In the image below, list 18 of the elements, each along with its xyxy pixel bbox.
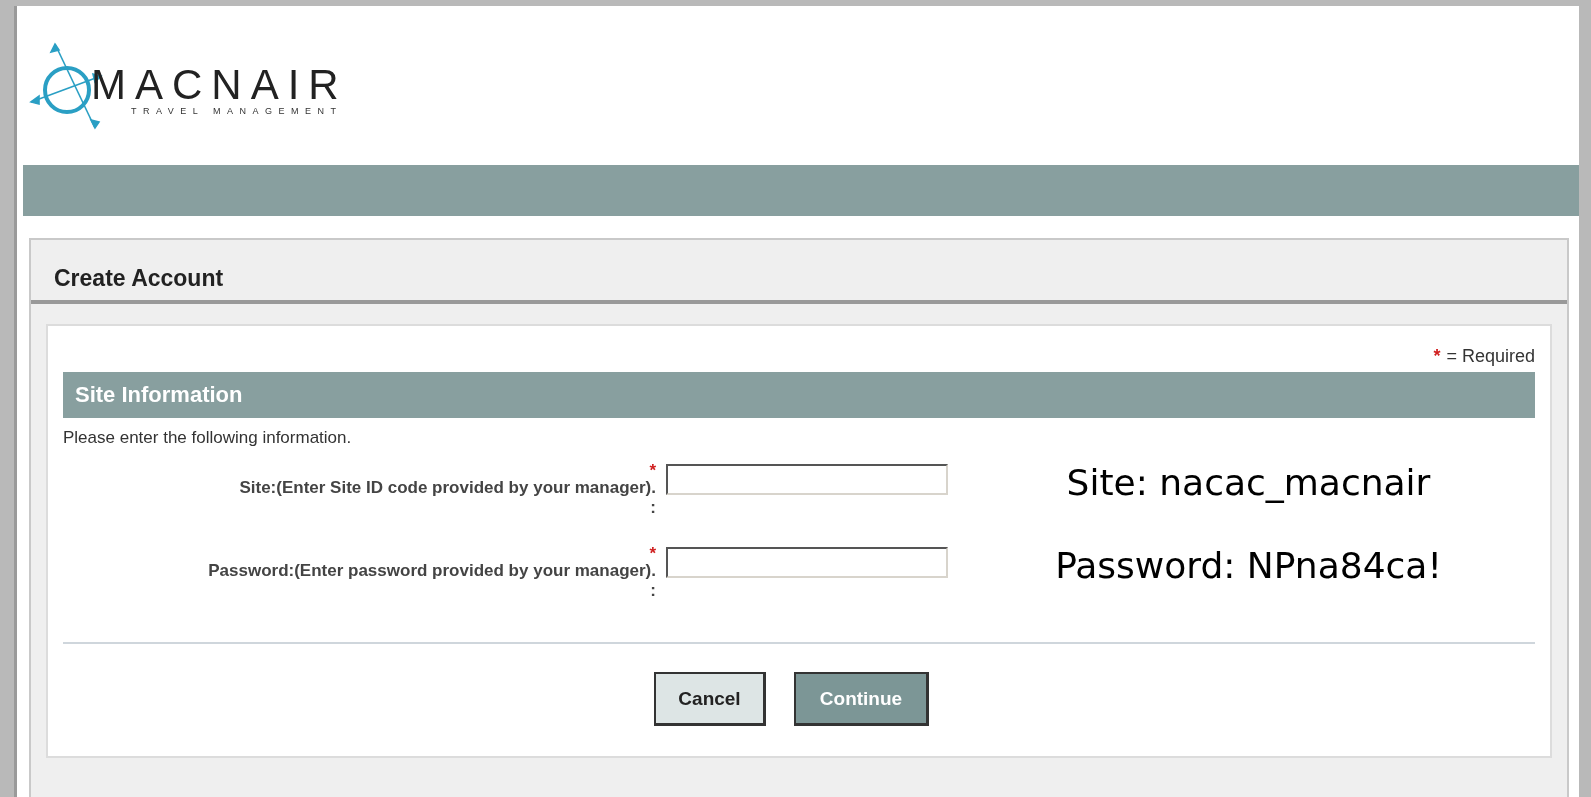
- annotation-text: Site: nacac_macnair: [1066, 464, 1432, 502]
- logo-tagline: TRAVEL MANAGEMENT: [131, 105, 344, 116]
- logo-wordmark: MACNAIR: [91, 63, 348, 106]
- cancel-button[interactable]: Cancel: [654, 672, 766, 726]
- panel-title: Create Account: [31, 240, 1567, 304]
- intro-text: Please enter the following information.: [63, 428, 353, 448]
- required-asterisk: *: [649, 464, 656, 478]
- required-asterisk: *: [1433, 345, 1441, 367]
- input-field[interactable]: [666, 464, 948, 495]
- section-title: Site Information: [63, 372, 1535, 418]
- field-colon: :: [650, 581, 656, 601]
- input-field[interactable]: [666, 547, 948, 578]
- field-colon: :: [650, 498, 656, 518]
- field-label: Password:(Enter password provided by your manager).: [208, 561, 656, 581]
- field-label: Site:(Enter Site ID code provided by your manager).: [239, 478, 656, 498]
- required-legend: = Required: [1446, 345, 1535, 367]
- required-asterisk: *: [649, 547, 656, 561]
- annotation-text: Password: NPna84ca!: [1055, 547, 1443, 585]
